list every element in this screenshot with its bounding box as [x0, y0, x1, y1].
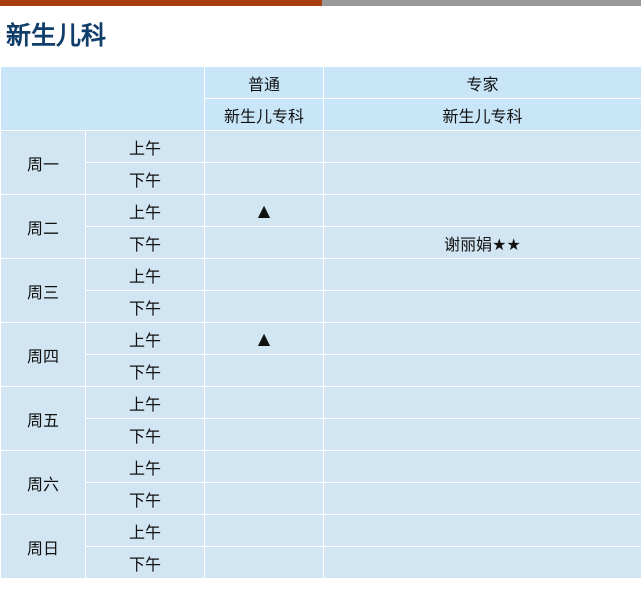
table-row: 下午 谢丽娟★★ [1, 226, 641, 259]
period-label: 上午 [85, 130, 205, 163]
day-label: 周四 [0, 322, 86, 387]
header-specialty-regular: 新生儿专科 [204, 98, 324, 131]
table-row: 下午 [1, 162, 641, 195]
expert-clinic-cell [323, 450, 641, 483]
expert-clinic-cell [323, 514, 641, 547]
expert-clinic-cell [323, 546, 641, 579]
regular-clinic-cell [204, 450, 324, 483]
expert-clinic-cell [323, 482, 641, 515]
table-row: 周六 上午 [0, 450, 641, 515]
header-corner-cell [0, 66, 205, 131]
regular-clinic-cell [204, 418, 324, 451]
day-label: 周日 [0, 514, 86, 579]
expert-clinic-cell [323, 290, 641, 323]
regular-clinic-cell [204, 226, 324, 259]
expert-clinic-cell [323, 322, 641, 355]
regular-clinic-cell [204, 130, 324, 163]
regular-clinic-cell: ▲ [204, 194, 324, 227]
regular-clinic-cell [204, 258, 324, 291]
period-label: 上午 [85, 386, 205, 419]
page-title: 新生儿科 [6, 21, 107, 50]
table-row: 周四 上午 ▲ [0, 322, 641, 387]
period-label: 上午 [85, 194, 205, 227]
period-label: 下午 [85, 226, 205, 259]
table-row: 周三 上午 [0, 258, 641, 323]
schedule-body: 周一 上午 下午 周二 上午 ▲ 下午 谢丽娟★★ 周三 上午 下午 周四 上午 ▲ 下午 周五 上午 下午 周六上… [0, 130, 641, 579]
period-label: 上午 [85, 514, 205, 547]
top-accent-bar [0, 0, 641, 6]
expert-clinic-cell [323, 386, 641, 419]
expert-clinic-cell [323, 162, 641, 195]
expert-clinic-cell [323, 194, 641, 227]
expert-clinic-cell [323, 130, 641, 163]
header-group-expert: 专家 [323, 66, 641, 99]
day-label: 周五 [0, 386, 86, 451]
top-accent-bar-brand [0, 0, 322, 6]
day-label: 周一 [0, 130, 86, 195]
period-label: 下午 [85, 354, 205, 387]
period-label: 下午 [85, 418, 205, 451]
table-row: 下午 [1, 482, 641, 515]
period-label: 上午 [85, 322, 205, 355]
expert-clinic-cell [323, 354, 641, 387]
regular-clinic-cell [204, 162, 324, 195]
regular-clinic-cell [204, 482, 324, 515]
expert-clinic-cell: 谢丽娟★★ [323, 226, 641, 259]
table-row: 周二 上午 ▲ [0, 194, 641, 259]
regular-clinic-cell [204, 546, 324, 579]
period-label: 下午 [85, 482, 205, 515]
period-label: 下午 [85, 290, 205, 323]
regular-clinic-cell [204, 354, 324, 387]
regular-clinic-cell [204, 290, 324, 323]
header-specialty-expert: 新生儿专科 [323, 98, 641, 131]
day-label: 周二 [0, 194, 86, 259]
period-label: 上午 [85, 258, 205, 291]
period-label: 下午 [85, 546, 205, 579]
regular-clinic-cell [204, 514, 324, 547]
expert-clinic-cell [323, 258, 641, 291]
clinic-schedule-table: 普通 专家 新生儿专科 新生儿专科 周一 上午 下午 周二 上午 ▲ 下午 谢丽娟★★ 周三 上午… [0, 66, 641, 579]
header-group-regular: 普通 [204, 66, 324, 99]
period-label: 上午 [85, 450, 205, 483]
day-label: 周六 [0, 450, 86, 515]
regular-clinic-cell: ▲ [204, 322, 324, 355]
expert-clinic-cell [323, 418, 641, 451]
table-row: 下午 [1, 418, 641, 451]
table-row: 周一 上午 [0, 130, 641, 195]
table-row: 下午 [1, 546, 641, 579]
table-row: 下午 [1, 354, 641, 387]
regular-clinic-cell [204, 386, 324, 419]
header-row-groups: 普通 专家 [0, 66, 641, 131]
day-label: 周三 [0, 258, 86, 323]
table-row: 周日 上午 [0, 514, 641, 579]
period-label: 下午 [85, 162, 205, 195]
table-row: 周五 上午 [0, 386, 641, 451]
table-row: 下午 [1, 290, 641, 323]
top-accent-bar-gray [322, 0, 641, 6]
